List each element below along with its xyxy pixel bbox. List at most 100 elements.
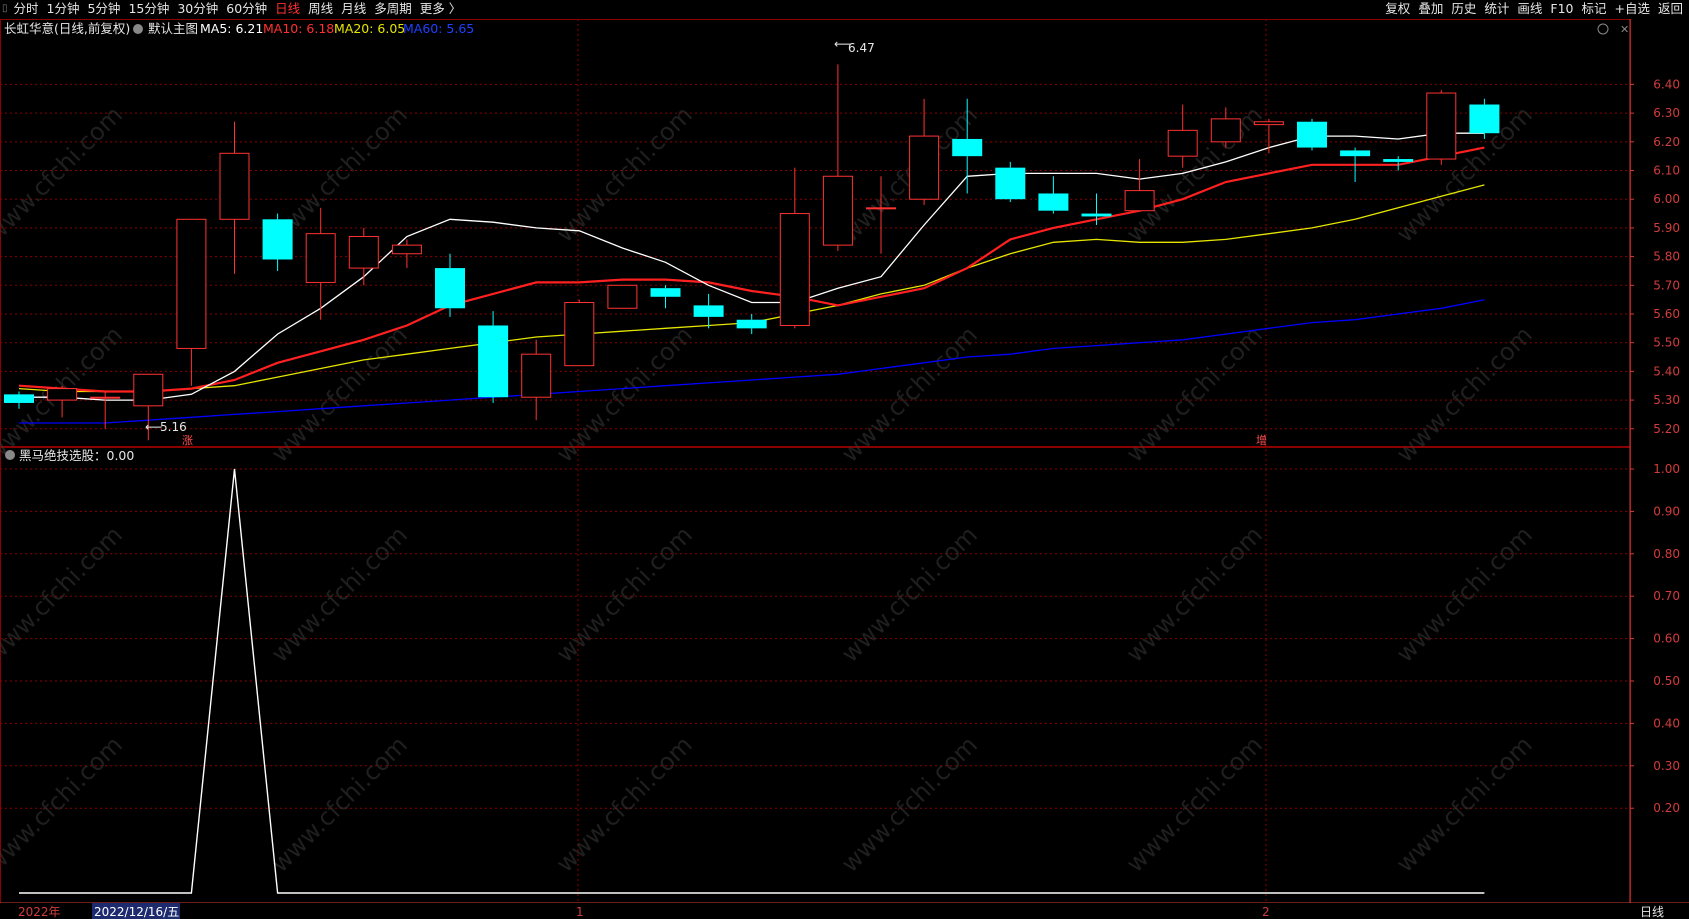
signal-marker-1: 涨 bbox=[182, 434, 193, 447]
candle-body bbox=[779, 213, 810, 326]
indicator-tick-label: 0.40 bbox=[1653, 716, 1680, 730]
chevron-down-icon[interactable] bbox=[5, 450, 15, 460]
period-tab[interactable]: 更多 〉 bbox=[416, 0, 465, 18]
tool-button[interactable]: 画线 bbox=[1513, 0, 1546, 18]
candle bbox=[1253, 118, 1284, 154]
period-label[interactable]: 日线 bbox=[1640, 905, 1664, 919]
watermark: www.cfchi.com bbox=[0, 521, 128, 668]
candle-body bbox=[1383, 159, 1414, 162]
watermark: www.cfchi.com bbox=[1121, 731, 1268, 878]
watermark: www.cfchi.com bbox=[266, 731, 413, 878]
candle bbox=[909, 98, 940, 205]
month-label-1: 1 bbox=[576, 905, 584, 919]
candle-body bbox=[1124, 190, 1155, 212]
tool-button[interactable]: 统计 bbox=[1480, 0, 1513, 18]
candle bbox=[521, 339, 552, 421]
price-panel[interactable] bbox=[4, 64, 1500, 441]
candle bbox=[1124, 159, 1155, 212]
candle-body bbox=[435, 268, 465, 309]
candle bbox=[219, 121, 250, 274]
price-tick-label: 6.30 bbox=[1653, 106, 1680, 120]
close-icon[interactable]: ✕ bbox=[1620, 23, 1629, 36]
signal-marker-2: 增 bbox=[1256, 433, 1267, 447]
period-tab[interactable]: 60分钟 bbox=[222, 0, 271, 18]
indicator-name: 黑马绝技选股：0.00 bbox=[19, 448, 134, 463]
candle-body bbox=[348, 236, 379, 269]
month-label-2: 2 bbox=[1262, 905, 1270, 919]
high-arrow-icon: ⟵ bbox=[834, 37, 851, 51]
period-tab[interactable]: 1分钟 bbox=[43, 0, 84, 18]
chevron-down-icon[interactable] bbox=[133, 24, 143, 34]
stock-name: 长虹华意(日线,前复权) bbox=[4, 21, 130, 36]
period-tab[interactable]: 周线 bbox=[304, 0, 337, 18]
watermark: www.cfchi.com bbox=[836, 321, 983, 468]
candle bbox=[1297, 118, 1327, 151]
settings-icon[interactable] bbox=[1597, 23, 1609, 35]
tool-button[interactable]: 叠加 bbox=[1414, 0, 1447, 18]
price-tick-label: 5.40 bbox=[1653, 364, 1680, 378]
tool-button[interactable]: 返回 bbox=[1654, 0, 1687, 18]
price-tick-label: 6.00 bbox=[1653, 192, 1680, 206]
tool-button[interactable]: 复权 bbox=[1381, 0, 1414, 18]
watermark: www.cfchi.com bbox=[836, 521, 983, 668]
candle-body bbox=[995, 167, 1026, 200]
watermark: www.cfchi.com bbox=[0, 101, 128, 248]
date-bar: 2022年 2022/12/16/五 1 2 日线 bbox=[0, 903, 1689, 919]
candle bbox=[176, 218, 207, 386]
period-tab[interactable]: 5分钟 bbox=[83, 0, 124, 18]
cursor-date: 2022/12/16/五 bbox=[94, 905, 179, 919]
candle-body bbox=[133, 373, 164, 407]
candle bbox=[736, 314, 767, 335]
period-tab[interactable]: 30分钟 bbox=[173, 0, 222, 18]
candle bbox=[995, 161, 1026, 203]
candle bbox=[305, 207, 336, 320]
indicator-tick-label: 0.50 bbox=[1653, 674, 1680, 688]
indicator-tick-label: 0.80 bbox=[1653, 547, 1680, 561]
toolbar: ▯ 分时 1分钟 5分钟 15分钟 30分钟 60分钟 日线 周线 月线 多周期 更多 〉 复权 叠加… bbox=[0, 0, 1689, 18]
candle bbox=[435, 253, 465, 317]
candle-body bbox=[1038, 193, 1069, 211]
candle-body bbox=[1253, 121, 1284, 126]
price-tick-label: 5.30 bbox=[1653, 393, 1680, 407]
price-frame bbox=[0, 19, 1631, 447]
main-legend: 长虹华意(日线,前复权) 默认主图 MA5: 6.21 MA10: 6.18 M… bbox=[4, 21, 474, 36]
period-tab[interactable]: 多周期 bbox=[370, 0, 416, 18]
candle-body bbox=[650, 288, 681, 297]
watermark: www.cfchi.com bbox=[836, 731, 983, 878]
watermark: www.cfchi.com bbox=[266, 321, 413, 468]
candle-body bbox=[607, 284, 638, 309]
candle bbox=[822, 64, 853, 251]
price-tick-label: 6.40 bbox=[1653, 77, 1680, 91]
period-tab[interactable]: 月线 bbox=[337, 0, 370, 18]
candle-body bbox=[564, 302, 595, 367]
tool-buttons: 复权 叠加 历史 统计 画线 F10 标记 +自选 返回 bbox=[1381, 0, 1687, 18]
tool-button[interactable]: 历史 bbox=[1447, 0, 1480, 18]
candle-body bbox=[90, 396, 121, 399]
candle-body bbox=[693, 305, 724, 317]
candle-body bbox=[736, 319, 767, 329]
price-tick-label: 5.80 bbox=[1653, 250, 1680, 264]
period-tab[interactable]: 15分钟 bbox=[124, 0, 173, 18]
candle-body bbox=[1167, 129, 1198, 157]
candle bbox=[1426, 90, 1457, 165]
candle-body bbox=[4, 394, 34, 403]
price-tick-label: 5.90 bbox=[1653, 221, 1680, 235]
tool-button[interactable]: +自选 bbox=[1611, 0, 1654, 18]
candle bbox=[1469, 98, 1500, 139]
low-arrow-icon: ⟵ bbox=[145, 420, 162, 434]
candle-body bbox=[822, 175, 853, 246]
period-tab[interactable]: 分时 bbox=[10, 0, 43, 18]
candle-body bbox=[1426, 92, 1457, 160]
period-tab[interactable]: 日线 bbox=[271, 0, 304, 18]
candle-body bbox=[219, 152, 250, 220]
chart-canvas[interactable]: www.cfchi.com www.cfchi.com www.cfchi.com w… bbox=[0, 0, 1689, 919]
tool-button[interactable]: F10 bbox=[1546, 0, 1577, 18]
watermark: www.cfchi.com bbox=[1121, 101, 1268, 248]
watermark: www.cfchi.com bbox=[1121, 521, 1268, 668]
candle-body bbox=[866, 207, 896, 210]
grip-icon[interactable]: ▯ bbox=[0, 0, 10, 18]
main-chart-name[interactable]: 默认主图 bbox=[148, 21, 198, 36]
price-axis: 5.20 5.30 5.40 5.50 5.60 5.70 5.80 5.90 6.00 6.10… bbox=[1630, 77, 1680, 436]
tool-button[interactable]: 标记 bbox=[1577, 0, 1610, 18]
candle-body bbox=[262, 219, 293, 260]
